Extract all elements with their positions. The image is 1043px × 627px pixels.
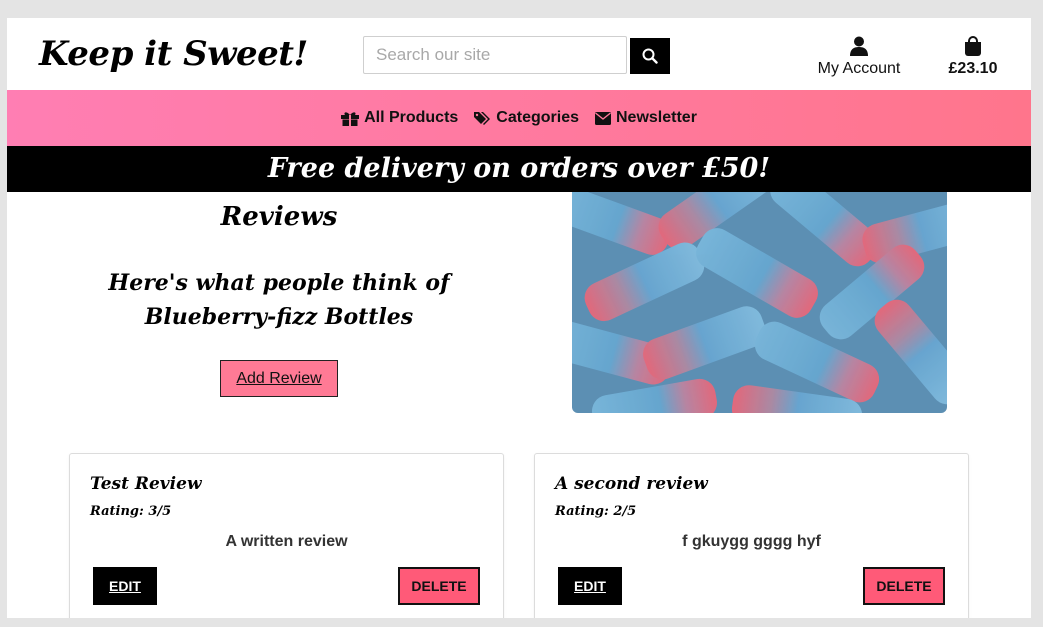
add-review-button[interactable]: Add Review	[220, 360, 338, 397]
nav-categories[interactable]: Categories	[474, 109, 579, 127]
nav-newsletter[interactable]: Newsletter	[595, 109, 697, 127]
search-button[interactable]	[630, 38, 670, 74]
review-title: A second review	[555, 474, 708, 494]
review-rating: Rating: 2/5	[555, 504, 637, 519]
search-input[interactable]	[363, 36, 627, 74]
product-image	[572, 192, 947, 413]
nav-all-products[interactable]: All Products	[341, 109, 458, 127]
reviews-heading: Reviews	[220, 202, 338, 232]
delete-review-button[interactable]: DELETE	[863, 567, 945, 605]
nav-categories-label: Categories	[496, 109, 579, 126]
nav-newsletter-label: Newsletter	[616, 109, 697, 126]
review-text: f gkuygg gggg hyf	[682, 533, 821, 550]
edit-review-button[interactable]: EDIT	[93, 567, 157, 605]
page: Keep it Sweet! My Account £23.10	[7, 18, 1031, 618]
my-account-label: My Account	[817, 60, 901, 77]
delete-review-button[interactable]: DELETE	[398, 567, 480, 605]
site-header: Keep it Sweet! My Account £23.10	[7, 18, 1031, 90]
tags-icon	[474, 111, 491, 125]
shopping-bag-link[interactable]: £23.10	[945, 36, 1001, 78]
blueberry-fizz-bottles-image	[572, 192, 947, 413]
my-account-link[interactable]: My Account	[807, 36, 911, 78]
nav-all-products-label: All Products	[364, 109, 459, 126]
review-title: Test Review	[90, 474, 202, 494]
search-icon	[642, 48, 658, 64]
delivery-banner: Free delivery on orders over £50!	[7, 146, 1031, 192]
review-card: Test Review Rating: 3/5 A written review…	[69, 453, 504, 618]
edit-review-button[interactable]: EDIT	[558, 567, 622, 605]
shopping-bag-icon	[965, 36, 981, 56]
main-nav: All Products Categories Newsletter	[7, 90, 1031, 146]
reviews-subheading: Here's what people think of Blueberry-fi…	[108, 270, 450, 330]
user-icon	[850, 36, 868, 56]
review-card: A second review Rating: 2/5 f gkuygg ggg…	[534, 453, 969, 618]
site-logo[interactable]: Keep it Sweet!	[39, 34, 308, 74]
bag-total: £23.10	[948, 60, 998, 77]
envelope-icon	[595, 111, 611, 125]
review-rating: Rating: 3/5	[90, 504, 172, 519]
review-text: A written review	[225, 533, 348, 550]
gift-icon	[341, 111, 360, 126]
